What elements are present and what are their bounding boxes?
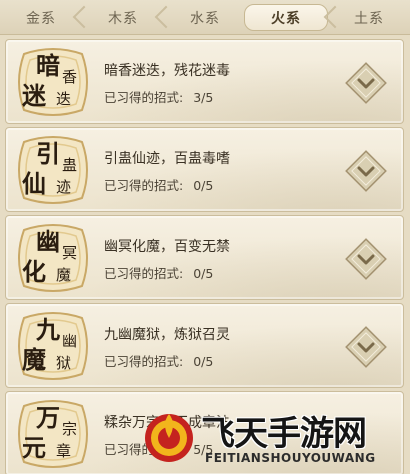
- learned-label: 已习得的招式:: [104, 266, 184, 281]
- skill-learned-count: 已习得的招式: 3/5: [104, 87, 213, 106]
- learned-label: 已习得的招式:: [104, 354, 184, 369]
- skill-learned-count: 已习得的招式: 0/5: [104, 351, 213, 370]
- tab-label: 木系: [108, 10, 138, 27]
- badge-char: 万: [36, 403, 60, 432]
- skill-badge: 引 蛊 仙 迹: [14, 134, 92, 206]
- badge-char: 香: [62, 68, 78, 86]
- badge-char: 宗: [62, 420, 78, 438]
- badge-char: 魔: [22, 345, 46, 374]
- learned-label: 已习得的招式:: [104, 90, 184, 105]
- watermark-title: 飞天手游网: [201, 414, 367, 454]
- learned-progress: 0/5: [193, 178, 214, 193]
- skill-card[interactable]: 引 蛊 仙 迹 引蛊仙迹，百蛊毒嗜 已习得的招式: 0/5: [5, 127, 404, 212]
- badge-char: 引: [36, 139, 60, 168]
- skill-learned-count: 已习得的招式: 0/5: [104, 263, 213, 282]
- badge-char: 狱: [56, 354, 72, 372]
- tab-label: 金系: [26, 10, 56, 27]
- badge-char: 化: [22, 257, 46, 286]
- skill-card[interactable]: 九 幽 魔 狱 九幽魔狱，炼狱召灵 已习得的招式: 0/5: [5, 303, 404, 388]
- skill-learned-count: 已习得的招式: 0/5: [104, 175, 213, 194]
- expand-chevron-icon[interactable]: [343, 324, 389, 370]
- badge-char: 暗: [36, 51, 60, 80]
- tab-wood[interactable]: 木系: [82, 4, 164, 31]
- tab-earth[interactable]: 土系: [328, 4, 410, 31]
- badge-char: 迷: [22, 81, 46, 110]
- tab-label: 火系: [271, 10, 301, 27]
- badge-char: 迭: [56, 90, 72, 108]
- skill-badge: 九 幽 魔 狱: [14, 310, 92, 382]
- skill-description: 幽冥化魔，百变无禁: [104, 239, 230, 255]
- expand-chevron-icon[interactable]: [343, 60, 389, 106]
- skill-description: 引蛊仙迹，百蛊毒嗜: [104, 151, 230, 167]
- watermark-logo-icon: [145, 414, 193, 462]
- skill-card[interactable]: 幽 冥 化 魔 幽冥化魔，百变无禁 已习得的招式: 0/5: [5, 215, 404, 300]
- tab-fire[interactable]: 火系: [244, 4, 328, 31]
- badge-char: 仙: [22, 169, 46, 198]
- badge-char: 章: [56, 442, 72, 460]
- expand-chevron-icon[interactable]: [343, 148, 389, 194]
- badge-char: 迹: [56, 178, 72, 196]
- tab-label: 土系: [354, 10, 384, 27]
- learned-progress: 3/5: [193, 90, 214, 105]
- tab-metal[interactable]: 金系: [0, 4, 82, 31]
- learned-label: 已习得的招式:: [104, 178, 184, 193]
- learned-progress: 0/5: [193, 354, 214, 369]
- expand-chevron-icon[interactable]: [343, 236, 389, 282]
- badge-char: 元: [22, 433, 46, 462]
- watermark-url: FEITIANSHOUYOUWANG: [205, 451, 376, 465]
- skill-card[interactable]: 暗 香 迷 迭 暗香迷迭，残花迷毒 已习得的招式: 3/5: [5, 39, 404, 124]
- badge-char: 魔: [56, 266, 72, 284]
- learned-progress: 0/5: [193, 266, 214, 281]
- tab-label: 水系: [190, 10, 220, 27]
- skill-badge: 万 宗 元 章: [14, 398, 92, 470]
- badge-char: 幽: [62, 332, 78, 350]
- badge-char: 冥: [62, 244, 78, 262]
- site-watermark: 飞天手游网 FEITIANSHOUYOUWANG: [143, 404, 410, 474]
- skill-description: 暗香迷迭，残花迷毒: [104, 63, 230, 79]
- badge-char: 蛊: [62, 156, 78, 174]
- badge-char: 幽: [36, 227, 60, 256]
- skill-badge: 幽 冥 化 魔: [14, 222, 92, 294]
- element-tabbar: 金系 木系 水系 火系 土系: [0, 0, 410, 35]
- skill-badge: 暗 香 迷 迭: [14, 46, 92, 118]
- badge-char: 九: [36, 315, 60, 344]
- tab-water[interactable]: 水系: [164, 4, 246, 31]
- skill-description: 九幽魔狱，炼狱召灵: [104, 327, 230, 343]
